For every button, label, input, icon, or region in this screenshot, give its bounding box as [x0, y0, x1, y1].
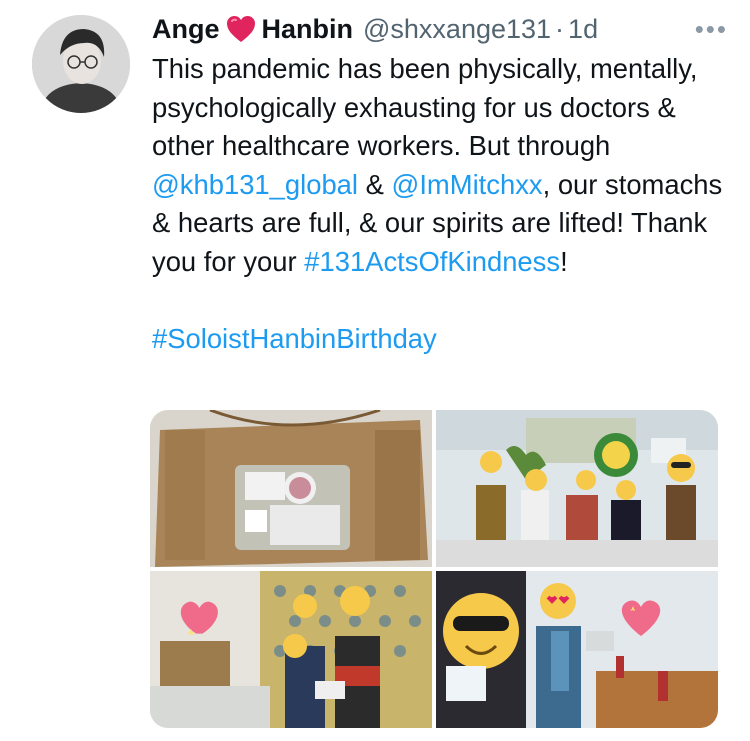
author-handle[interactable]: @shxxange131 [363, 14, 551, 45]
avatar[interactable] [32, 15, 130, 113]
body-text-4: ! [560, 245, 568, 277]
photo-masked-people[interactable] [436, 571, 718, 728]
more-options-icon[interactable]: ••• [695, 14, 728, 45]
hashtag-soloisthanbinbirthday[interactable]: #SoloistHanbinBirthday [152, 323, 437, 354]
tweet-paragraph: This pandemic has been physically, menta… [152, 50, 727, 282]
photo-group-office[interactable] [436, 410, 718, 567]
author-name-last[interactable]: Hanbin [262, 14, 354, 45]
tweet-timestamp[interactable]: 1d [568, 14, 598, 45]
tweet-body: This pandemic has been physically, menta… [152, 50, 727, 359]
red-heart-icon [226, 15, 256, 43]
hashtag-131actsofkindness[interactable]: #131ActsOfKindness [304, 246, 560, 277]
mention-immitchxx[interactable]: @ImMitchxx [392, 169, 543, 200]
hashtag-paragraph: #SoloistHanbinBirthday [152, 320, 727, 359]
body-text-2: & [358, 168, 392, 200]
body-text-1: This pandemic has been physically, menta… [152, 53, 698, 162]
photo-two-people[interactable] [150, 571, 432, 728]
mention-khb131-global[interactable]: @khb131_global [152, 169, 358, 200]
media-grid [150, 410, 718, 728]
photo-food-box[interactable] [150, 410, 432, 567]
author-name-first[interactable]: Ange [152, 14, 220, 45]
separator-dot: · [555, 13, 565, 44]
tweet-header: Ange Hanbin @shxxange131 · 1d [152, 10, 732, 48]
